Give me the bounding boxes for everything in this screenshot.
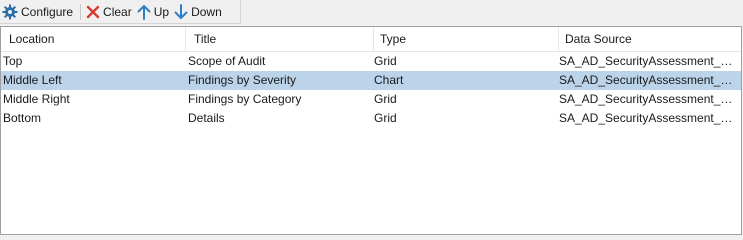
column-header-title[interactable]: Title [188,27,374,51]
column-header-data-source[interactable]: Data Source [559,27,741,51]
layout-grid[interactable]: Location Title Type Data Source Top Scop… [0,26,742,235]
type-cell: Grid [374,111,397,125]
grid-header: Location Title Type Data Source [1,27,741,52]
location-cell: Bottom [3,111,42,125]
column-header-type[interactable]: Type [374,27,559,51]
arrow-down-icon [174,3,191,20]
table-row[interactable]: Middle Right Findings by Category Grid S… [1,90,741,109]
data-source-cell: SA_AD_SecurityAssessment_Results [559,73,739,87]
report-layout-panel: Configure Clear Up Down Location Title T… [0,0,743,236]
location-cell: Middle Right [3,92,70,106]
toolbar-separator [80,3,82,20]
arrow-up-icon [137,4,154,20]
up-label: Up [153,4,170,19]
configure-button[interactable]: Configure [0,1,76,23]
data-source-cell: SA_AD_SecurityAssessment_Results [559,92,739,106]
type-cell: Grid [374,54,397,68]
title-cell: Findings by Category [188,92,302,106]
table-row[interactable]: Bottom Details Grid SA_AD_SecurityAssess… [1,109,741,128]
title-cell: Details [188,111,225,125]
down-label: Down [191,4,222,19]
gear-icon [2,4,21,20]
configure-label: Configure [21,4,74,19]
toolbar: Configure Clear Up Down [0,0,241,24]
title-cell: Findings by Severity [188,73,297,87]
location-cell: Middle Left [3,73,62,87]
data-source-cell: SA_AD_SecurityAssessment_Scope [559,54,739,68]
table-row-selected[interactable]: Middle Left Findings by Severity Chart S… [1,71,741,90]
type-cell: Grid [374,92,397,106]
data-source-cell: SA_AD_SecurityAssessment_Results [559,111,739,125]
table-row[interactable]: Top Scope of Audit Grid SA_AD_SecurityAs… [1,52,741,71]
clear-label: Clear [103,4,132,19]
location-cell: Top [3,54,23,68]
up-button[interactable]: Up [135,1,172,23]
clear-button[interactable]: Clear [84,1,135,23]
down-button[interactable]: Down [172,1,225,23]
title-cell: Scope of Audit [188,54,266,68]
close-icon [86,5,103,19]
column-header-location[interactable]: Location [3,27,186,51]
type-cell: Chart [374,73,404,87]
